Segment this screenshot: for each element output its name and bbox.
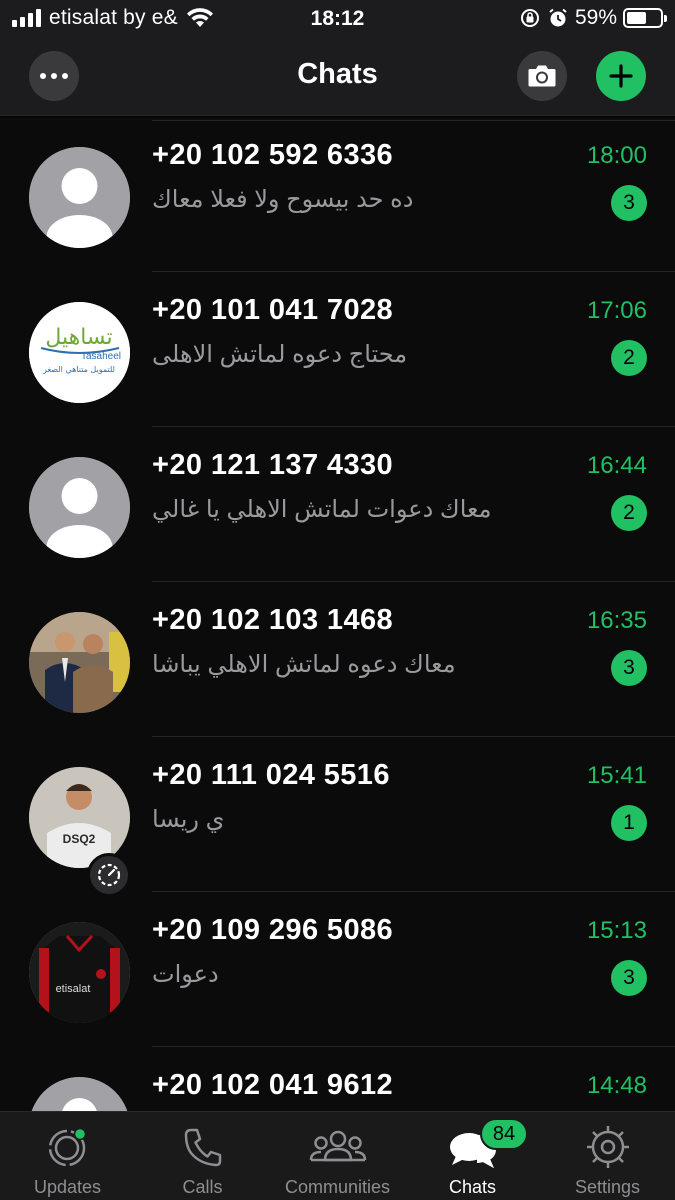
tab-chats[interactable]: 84 Chats [405,1112,540,1200]
last-message: معاك دعوه لماتش الاهلي يباشا [152,651,456,678]
tab-label: Updates [33,1177,102,1197]
tab-settings[interactable]: Settings [540,1112,675,1200]
chat-row[interactable]: DSQ2 +20 111 024 5516 ي ريسا 15:41 1 [0,737,675,897]
last-message: محتاج دعوه لماتش الاهلى [152,341,408,368]
chat-row[interactable]: +20 102 041 9612 14:48 [0,1047,675,1111]
communities-icon [309,1130,366,1162]
avatar[interactable] [29,457,130,558]
last-message: ي ريسا [152,806,225,833]
photo-shirt-text: DSQ2 [63,832,96,846]
logo-subtitle-text: للتمويل متناهي الصغر [42,365,115,374]
photo-avatar [29,612,130,713]
new-update-dot [73,1127,86,1141]
avatar[interactable] [29,1077,130,1111]
plus-icon [609,64,633,88]
unread-count-badge: 2 [611,340,647,376]
message-time: 15:13 [586,917,647,944]
default-avatar-icon [29,1077,130,1111]
message-time: 15:41 [586,762,647,789]
status-bar: etisalat by e& 18:12 59% [0,0,675,40]
default-avatar-icon [29,457,130,558]
photo-jersey-text: etisalat [56,983,91,995]
tab-label: Chats [448,1177,497,1197]
tab-bar: Updates Calls Communities 84 Chats Setti… [0,1111,675,1200]
chat-row[interactable]: +20 121 137 4330 معاك دعوات لماتش الاهلي… [0,427,675,582]
new-chat-button[interactable] [596,51,646,101]
battery-percent: 59% [574,6,617,29]
camera-button[interactable] [517,51,567,101]
avatar[interactable] [29,147,130,248]
contact-name: +20 102 041 9612 [152,1069,394,1101]
contact-name: +20 111 024 5516 [152,759,390,791]
orientation-lock-icon [520,9,539,27]
chat-list[interactable]: +20 102 592 6336 ده حد بيسوح ولا فعلا مع… [0,117,675,1111]
contact-name: +20 101 041 7028 [152,294,394,326]
settings-gear-icon [586,1126,629,1168]
unread-count-badge: 3 [611,185,647,221]
updates-icon [48,1127,86,1167]
tab-communities[interactable]: Communities [270,1112,405,1200]
chat-row[interactable]: +20 102 103 1468 معاك دعوه لماتش الاهلي … [0,582,675,737]
status-right: 59% [519,6,667,30]
message-time: 14:48 [586,1072,647,1099]
contact-name: +20 109 296 5086 [152,914,394,946]
unread-count-badge: 2 [611,495,647,531]
chat-row[interactable]: +20 102 592 6336 ده حد بيسوح ولا فعلا مع… [0,117,675,272]
contact-name: +20 102 592 6336 [152,139,394,171]
company-logo-avatar: تساهيل Tasaheel للتمويل متناهي الصغر [29,302,130,403]
message-time: 18:00 [586,142,647,169]
last-message: دعوات [152,961,219,988]
message-time: 16:35 [586,607,647,634]
last-message: معاك دعوات لماتش الاهلي يا غالي [152,496,492,523]
tab-calls[interactable]: Calls [135,1112,270,1200]
tab-updates[interactable]: Updates [0,1112,135,1200]
default-avatar-icon [29,147,130,248]
battery-icon [623,8,667,28]
contact-name: +20 121 137 4330 [152,449,394,481]
message-time: 17:06 [586,297,647,324]
avatar[interactable] [29,612,130,713]
battery-fill [627,12,646,24]
photo-avatar: etisalat [29,922,130,1023]
last-message: ده حد بيسوح ولا فعلا معاك [152,186,414,213]
tab-label: Calls [182,1177,223,1197]
tab-label: Communities [284,1177,391,1197]
alarm-icon [549,8,567,27]
chat-row[interactable]: تساهيل Tasaheel للتمويل متناهي الصغر +20… [0,272,675,427]
avatar[interactable]: تساهيل Tasaheel للتمويل متناهي الصغر [29,302,130,403]
camera-icon [528,65,556,87]
disappearing-timer-icon [87,853,131,897]
chat-row[interactable]: etisalat +20 109 296 5086 دعوات 15:13 3 [0,892,675,1047]
unread-total-badge: 84 [480,1118,528,1150]
unread-count-badge: 3 [611,960,647,996]
contact-name: +20 102 103 1468 [152,604,394,636]
logo-arabic-text: تساهيل [45,325,112,350]
tab-label: Settings [574,1177,641,1197]
logo-english-text: Tasaheel [81,351,121,362]
message-time: 16:44 [586,452,647,479]
chats-header: Chats [0,40,675,116]
phone-icon [184,1128,221,1167]
unread-count-badge: 3 [611,650,647,686]
unread-count-badge: 1 [611,805,647,841]
avatar[interactable]: etisalat [29,922,130,1023]
page-title: Chats [297,58,378,90]
